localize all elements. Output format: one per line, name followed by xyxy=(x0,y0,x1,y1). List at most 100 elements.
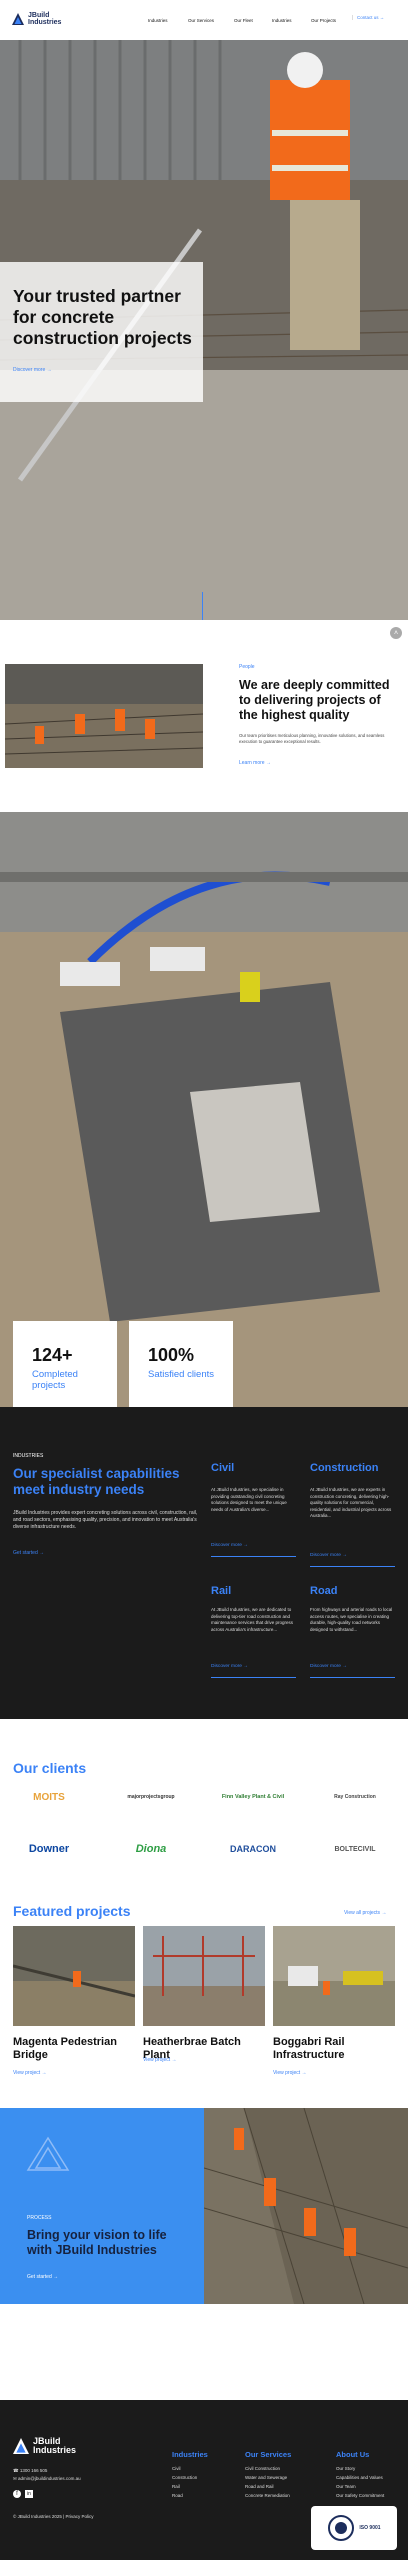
project-name-magenta[interactable]: Magenta Pedestrian Bridge xyxy=(13,2036,135,2062)
service-card-construction-title[interactable]: Construction xyxy=(310,1462,378,1474)
arrow-right-icon: → xyxy=(243,1543,249,1548)
about-photo xyxy=(5,664,203,768)
divider xyxy=(310,1566,395,1567)
footer-col-about-title: About Us xyxy=(336,2450,370,2459)
process-image xyxy=(204,2108,408,2304)
footer-link[interactable]: Rail xyxy=(172,2484,180,2489)
logo[interactable]: JBuild Industries xyxy=(12,12,66,26)
footer-col-services-title: Our Services xyxy=(245,2450,292,2459)
divider xyxy=(211,1677,296,1678)
services-body: JBuild Industries provides expert concre… xyxy=(13,1510,198,1530)
footer-link[interactable]: Road xyxy=(172,2493,183,2498)
arrow-right-icon: → xyxy=(342,1553,348,1558)
project-link-label: View project xyxy=(143,2057,171,2063)
process-photo xyxy=(204,2108,408,2304)
service-card-rail-link[interactable]: Discover more → xyxy=(211,1664,248,1669)
footer-phone[interactable]: ☎ 1300 166 505 xyxy=(13,2468,47,2474)
contact-button[interactable]: Contact us → xyxy=(352,15,384,20)
footer-link[interactable]: Construction xyxy=(172,2475,197,2480)
service-card-road-link[interactable]: Discover more → xyxy=(310,1664,347,1669)
project-image-magenta[interactable] xyxy=(13,1926,135,2026)
service-card-rail-title[interactable]: Rail xyxy=(211,1585,231,1597)
logo-text: JBuild Industries xyxy=(28,12,66,26)
social-links: f in xyxy=(13,2490,33,2498)
footer-logo-text: JBuild Industries xyxy=(33,2437,76,2455)
mail-icon: ✉ xyxy=(13,2476,17,2481)
footer-link[interactable]: Water and Sewerage xyxy=(245,2475,287,2480)
footer-link[interactable]: Our Team xyxy=(336,2484,356,2489)
client-logo-diona: Diona xyxy=(135,1843,167,1855)
arrow-right-icon: → xyxy=(243,1664,249,1669)
about-learn-label: Learn more xyxy=(239,760,265,766)
view-all-projects-link[interactable]: View all projects → xyxy=(344,1910,386,1916)
project-photo xyxy=(143,1926,265,2026)
logo-line1: JBuild xyxy=(28,12,50,19)
project-image-boggabri[interactable] xyxy=(273,1926,395,2026)
services-get-started-link[interactable]: Get started → xyxy=(13,1550,44,1556)
footer-link[interactable]: Concrete Remediation xyxy=(245,2493,290,2498)
iso-certification-badge: ISO 9001 xyxy=(311,2506,397,2550)
nav-item-fleet[interactable]: Our Fleet xyxy=(234,18,253,23)
about-image xyxy=(5,664,203,768)
process-get-started-link[interactable]: Get started → xyxy=(27,2274,58,2280)
service-card-road-title[interactable]: Road xyxy=(310,1585,338,1597)
arrow-right-icon: → xyxy=(301,2070,307,2076)
service-card-construction-body: At JBuild Industries, we are experts in … xyxy=(310,1487,392,1518)
process-kicker: PROCESS xyxy=(27,2215,52,2221)
nav-item-services[interactable]: Our Services xyxy=(188,18,214,23)
scroll-up-button[interactable]: ˄ xyxy=(390,627,402,639)
arrow-right-icon: → xyxy=(53,2274,59,2280)
view-all-label: View all projects xyxy=(344,1910,381,1916)
client-logo-downer: Downer xyxy=(28,1843,70,1855)
client-logo-boltecivil: BOLTECIVIL xyxy=(334,1845,376,1853)
featured-title: Featured projects xyxy=(13,1903,131,1919)
footer-link[interactable]: Capabilities and Values xyxy=(336,2475,383,2480)
nav-item-projects[interactable]: Our Projects xyxy=(311,18,336,23)
service-card-construction-link[interactable]: Discover more → xyxy=(310,1553,347,1558)
nav-item-industries[interactable]: Industries xyxy=(148,18,168,23)
service-link-label: Discover more xyxy=(310,1664,341,1669)
nav-item-industries-2[interactable]: Industries xyxy=(272,18,292,23)
service-link-label: Discover more xyxy=(211,1543,242,1548)
project-link-magenta[interactable]: View project → xyxy=(13,2070,47,2076)
stat-label: Completed projects xyxy=(32,1369,78,1391)
arrow-right-icon: → xyxy=(171,2057,177,2063)
client-logo-ray: Ray Construction xyxy=(334,1794,376,1800)
site-header: JBuild Industries Industries Our Service… xyxy=(0,0,408,40)
hero-discover-link[interactable]: Discover more → xyxy=(13,367,52,373)
stat-label: Satisfied clients xyxy=(148,1369,215,1380)
stat-value: 124+ xyxy=(32,1345,73,1365)
about-learn-link[interactable]: Learn more → xyxy=(239,760,271,766)
service-card-civil-link[interactable]: Discover more → xyxy=(211,1543,248,1548)
stat-card-projects: 124+ Completed projects xyxy=(13,1321,117,1407)
footer-email[interactable]: ✉ admin@jbuildindustries.com.au xyxy=(13,2476,81,2482)
services-title: Our specialist capabilities meet industr… xyxy=(13,1466,180,1497)
about-label: People xyxy=(239,664,255,670)
project-image-heatherbrae[interactable] xyxy=(143,1926,265,2026)
client-logo-moits: MOITS xyxy=(33,1791,65,1803)
arrow-right-icon: → xyxy=(41,2070,47,2076)
linkedin-icon[interactable]: in xyxy=(25,2490,33,2498)
facebook-icon[interactable]: f xyxy=(13,2490,21,2498)
project-photo xyxy=(13,1926,135,2026)
logo-line2: Industries xyxy=(28,19,62,26)
footer-phone-text: 1300 166 505 xyxy=(19,2468,48,2473)
footer-copyright: © JBuild Industries 2025 | Privacy Polic… xyxy=(13,2514,94,2519)
project-name-boggabri[interactable]: Boggabri Rail Infrastructure xyxy=(273,2036,395,2062)
process-link-label: Get started xyxy=(27,2274,52,2280)
project-link-boggabri[interactable]: View project → xyxy=(273,2070,307,2076)
footer-link[interactable]: Our Story xyxy=(336,2466,355,2471)
service-card-rail-body: At JBuild Industries, we are dedicated t… xyxy=(211,1607,294,1632)
footer-link[interactable]: Civil xyxy=(172,2466,181,2471)
footer-link[interactable]: Civil Construction xyxy=(245,2466,280,2471)
service-card-civil-title[interactable]: Civil xyxy=(211,1462,234,1474)
phone-icon: ☎ xyxy=(13,2468,19,2473)
stat-value: 100% xyxy=(148,1345,195,1365)
footer-logo[interactable]: JBuild Industries xyxy=(13,2437,76,2455)
footer-link[interactable]: Road and Rail xyxy=(245,2484,274,2489)
project-link-heatherbrae[interactable]: View project → xyxy=(143,2057,177,2063)
project-link-label: View project xyxy=(273,2070,301,2076)
arrow-right-icon: → xyxy=(381,1910,387,1916)
arrow-right-icon: → xyxy=(265,760,271,766)
footer-link[interactable]: Our Safety Commitment xyxy=(336,2493,384,2498)
